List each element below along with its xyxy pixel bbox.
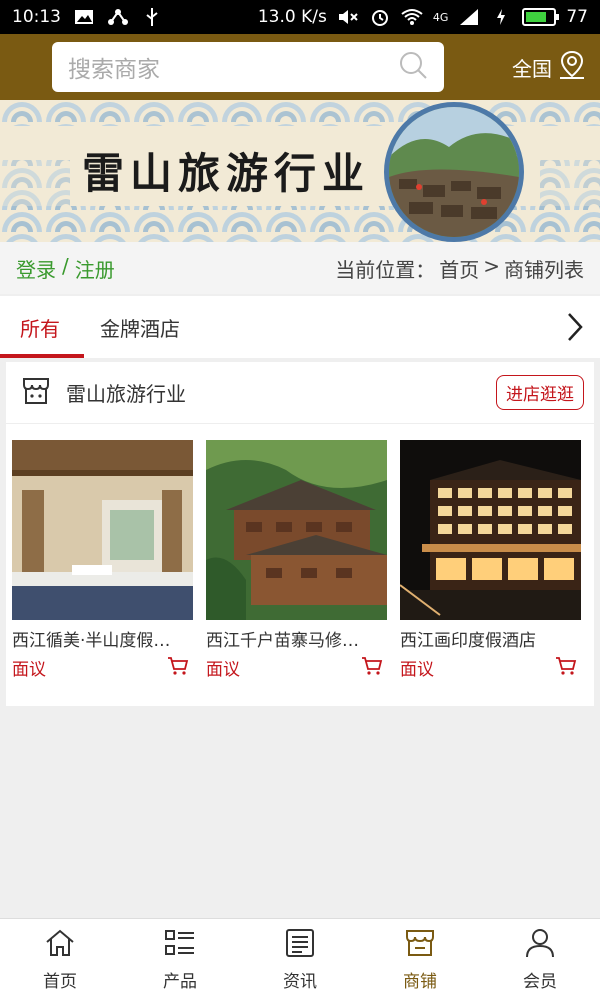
banner-village-photo — [384, 102, 524, 242]
nav-member[interactable]: 会员 — [480, 919, 600, 1000]
user-icon — [524, 928, 556, 963]
mute-icon — [337, 7, 359, 27]
product-name[interactable]: 西江千户苗寨马修… — [206, 626, 387, 651]
product-image-village[interactable] — [206, 440, 387, 620]
product-image-room[interactable] — [12, 440, 193, 620]
breadcrumb: 当前位置： 首页 > 商铺列表 — [335, 254, 584, 283]
position-label: 当前位置： — [335, 257, 436, 282]
alarm-icon — [369, 7, 391, 27]
search-input[interactable]: 搜索商家 — [68, 50, 398, 84]
shop-card: 雷山旅游行业 进店逛逛 西江循美·半山度假… 面议 西江千户苗寨马修… 面议 西… — [6, 362, 594, 706]
nav-news-label: 资讯 — [283, 971, 317, 992]
location-pin-icon — [558, 50, 586, 85]
bottom-nav: 首页 产品 资讯 商铺 会员 — [0, 918, 600, 1000]
product-card[interactable]: 西江千户苗寨马修… 面议 — [206, 440, 387, 680]
battery-percent: 77 — [566, 7, 588, 27]
tab-gold-hotel[interactable]: 金牌酒店 — [80, 296, 200, 358]
product-image-hotel-night[interactable] — [400, 440, 581, 620]
breadcrumb-current: 商铺列表 — [504, 257, 584, 282]
battery-icon — [522, 8, 560, 26]
banner-title: 雷山旅游行业 — [82, 149, 371, 198]
search-icon[interactable] — [398, 50, 428, 84]
status-time: 10:13 — [12, 7, 61, 27]
network-speed: 13.0 K/s — [257, 7, 327, 27]
product-name[interactable]: 西江画印度假酒店 — [400, 626, 581, 651]
nav-home[interactable]: 首页 — [0, 919, 120, 1000]
signal-icon — [458, 7, 480, 27]
list-icon — [164, 928, 196, 963]
nav-news[interactable]: 资讯 — [240, 919, 360, 1000]
product-list: 西江循美·半山度假… 面议 西江千户苗寨马修… 面议 西江画印度假酒店 面议 — [6, 424, 594, 680]
wifi-icon — [401, 7, 423, 27]
cart-icon[interactable] — [167, 656, 189, 680]
breadcrumb-home-link[interactable]: 首页 — [439, 254, 479, 283]
cart-icon[interactable] — [555, 656, 577, 680]
breadcrumb-arrow: > — [483, 253, 500, 278]
auth-separator: / — [62, 253, 69, 278]
product-card[interactable]: 西江循美·半山度假… 面议 — [12, 440, 193, 680]
share-notification-icon — [107, 7, 129, 27]
store-icon — [20, 375, 52, 411]
visit-shop-button[interactable]: 进店逛逛 — [496, 375, 584, 410]
status-bar: 10:13 13.0 K/s 4G 77 — [0, 0, 600, 34]
region-selector[interactable]: 全国 — [512, 50, 586, 85]
usb-icon — [141, 7, 163, 27]
nav-home-label: 首页 — [43, 971, 77, 992]
top-header: 搜索商家 全国 — [0, 34, 600, 100]
tab-all-label: 所有 — [20, 316, 60, 341]
region-label: 全国 — [512, 56, 552, 81]
nav-stores-label: 商铺 — [403, 971, 437, 992]
product-price: 面议 — [400, 660, 434, 680]
nav-member-label: 会员 — [523, 971, 557, 992]
cart-icon[interactable] — [361, 656, 383, 680]
login-link[interactable]: 登录 — [16, 254, 56, 283]
product-card[interactable]: 西江画印度假酒店 面议 — [400, 440, 581, 680]
nav-products-label: 产品 — [163, 971, 197, 992]
tab-all[interactable]: 所有 — [0, 296, 84, 358]
nav-stores[interactable]: 商铺 — [360, 919, 480, 1000]
charging-icon — [490, 7, 512, 27]
product-price: 面议 — [12, 660, 46, 680]
chevron-right-icon[interactable] — [562, 307, 588, 347]
news-icon — [284, 928, 316, 963]
banner[interactable]: 雷山旅游行业 — [0, 100, 600, 242]
shop-header: 雷山旅游行业 进店逛逛 — [6, 362, 594, 424]
image-notification-icon — [73, 7, 95, 27]
register-link[interactable]: 注册 — [75, 254, 115, 283]
tab-gold-hotel-label: 金牌酒店 — [100, 316, 180, 341]
store-icon — [404, 928, 436, 963]
shop-name[interactable]: 雷山旅游行业 — [66, 378, 186, 407]
product-price: 面议 — [206, 660, 240, 680]
search-bar[interactable]: 搜索商家 — [52, 42, 444, 92]
category-tabs: 所有 金牌酒店 — [0, 296, 600, 358]
nav-products[interactable]: 产品 — [120, 919, 240, 1000]
home-icon — [44, 928, 76, 963]
product-name[interactable]: 西江循美·半山度假… — [12, 626, 193, 651]
network-type: 4G — [432, 10, 449, 24]
breadcrumb-row: 登录 / 注册 当前位置： 首页 > 商铺列表 — [0, 242, 600, 294]
auth-links: 登录 / 注册 — [16, 254, 115, 283]
